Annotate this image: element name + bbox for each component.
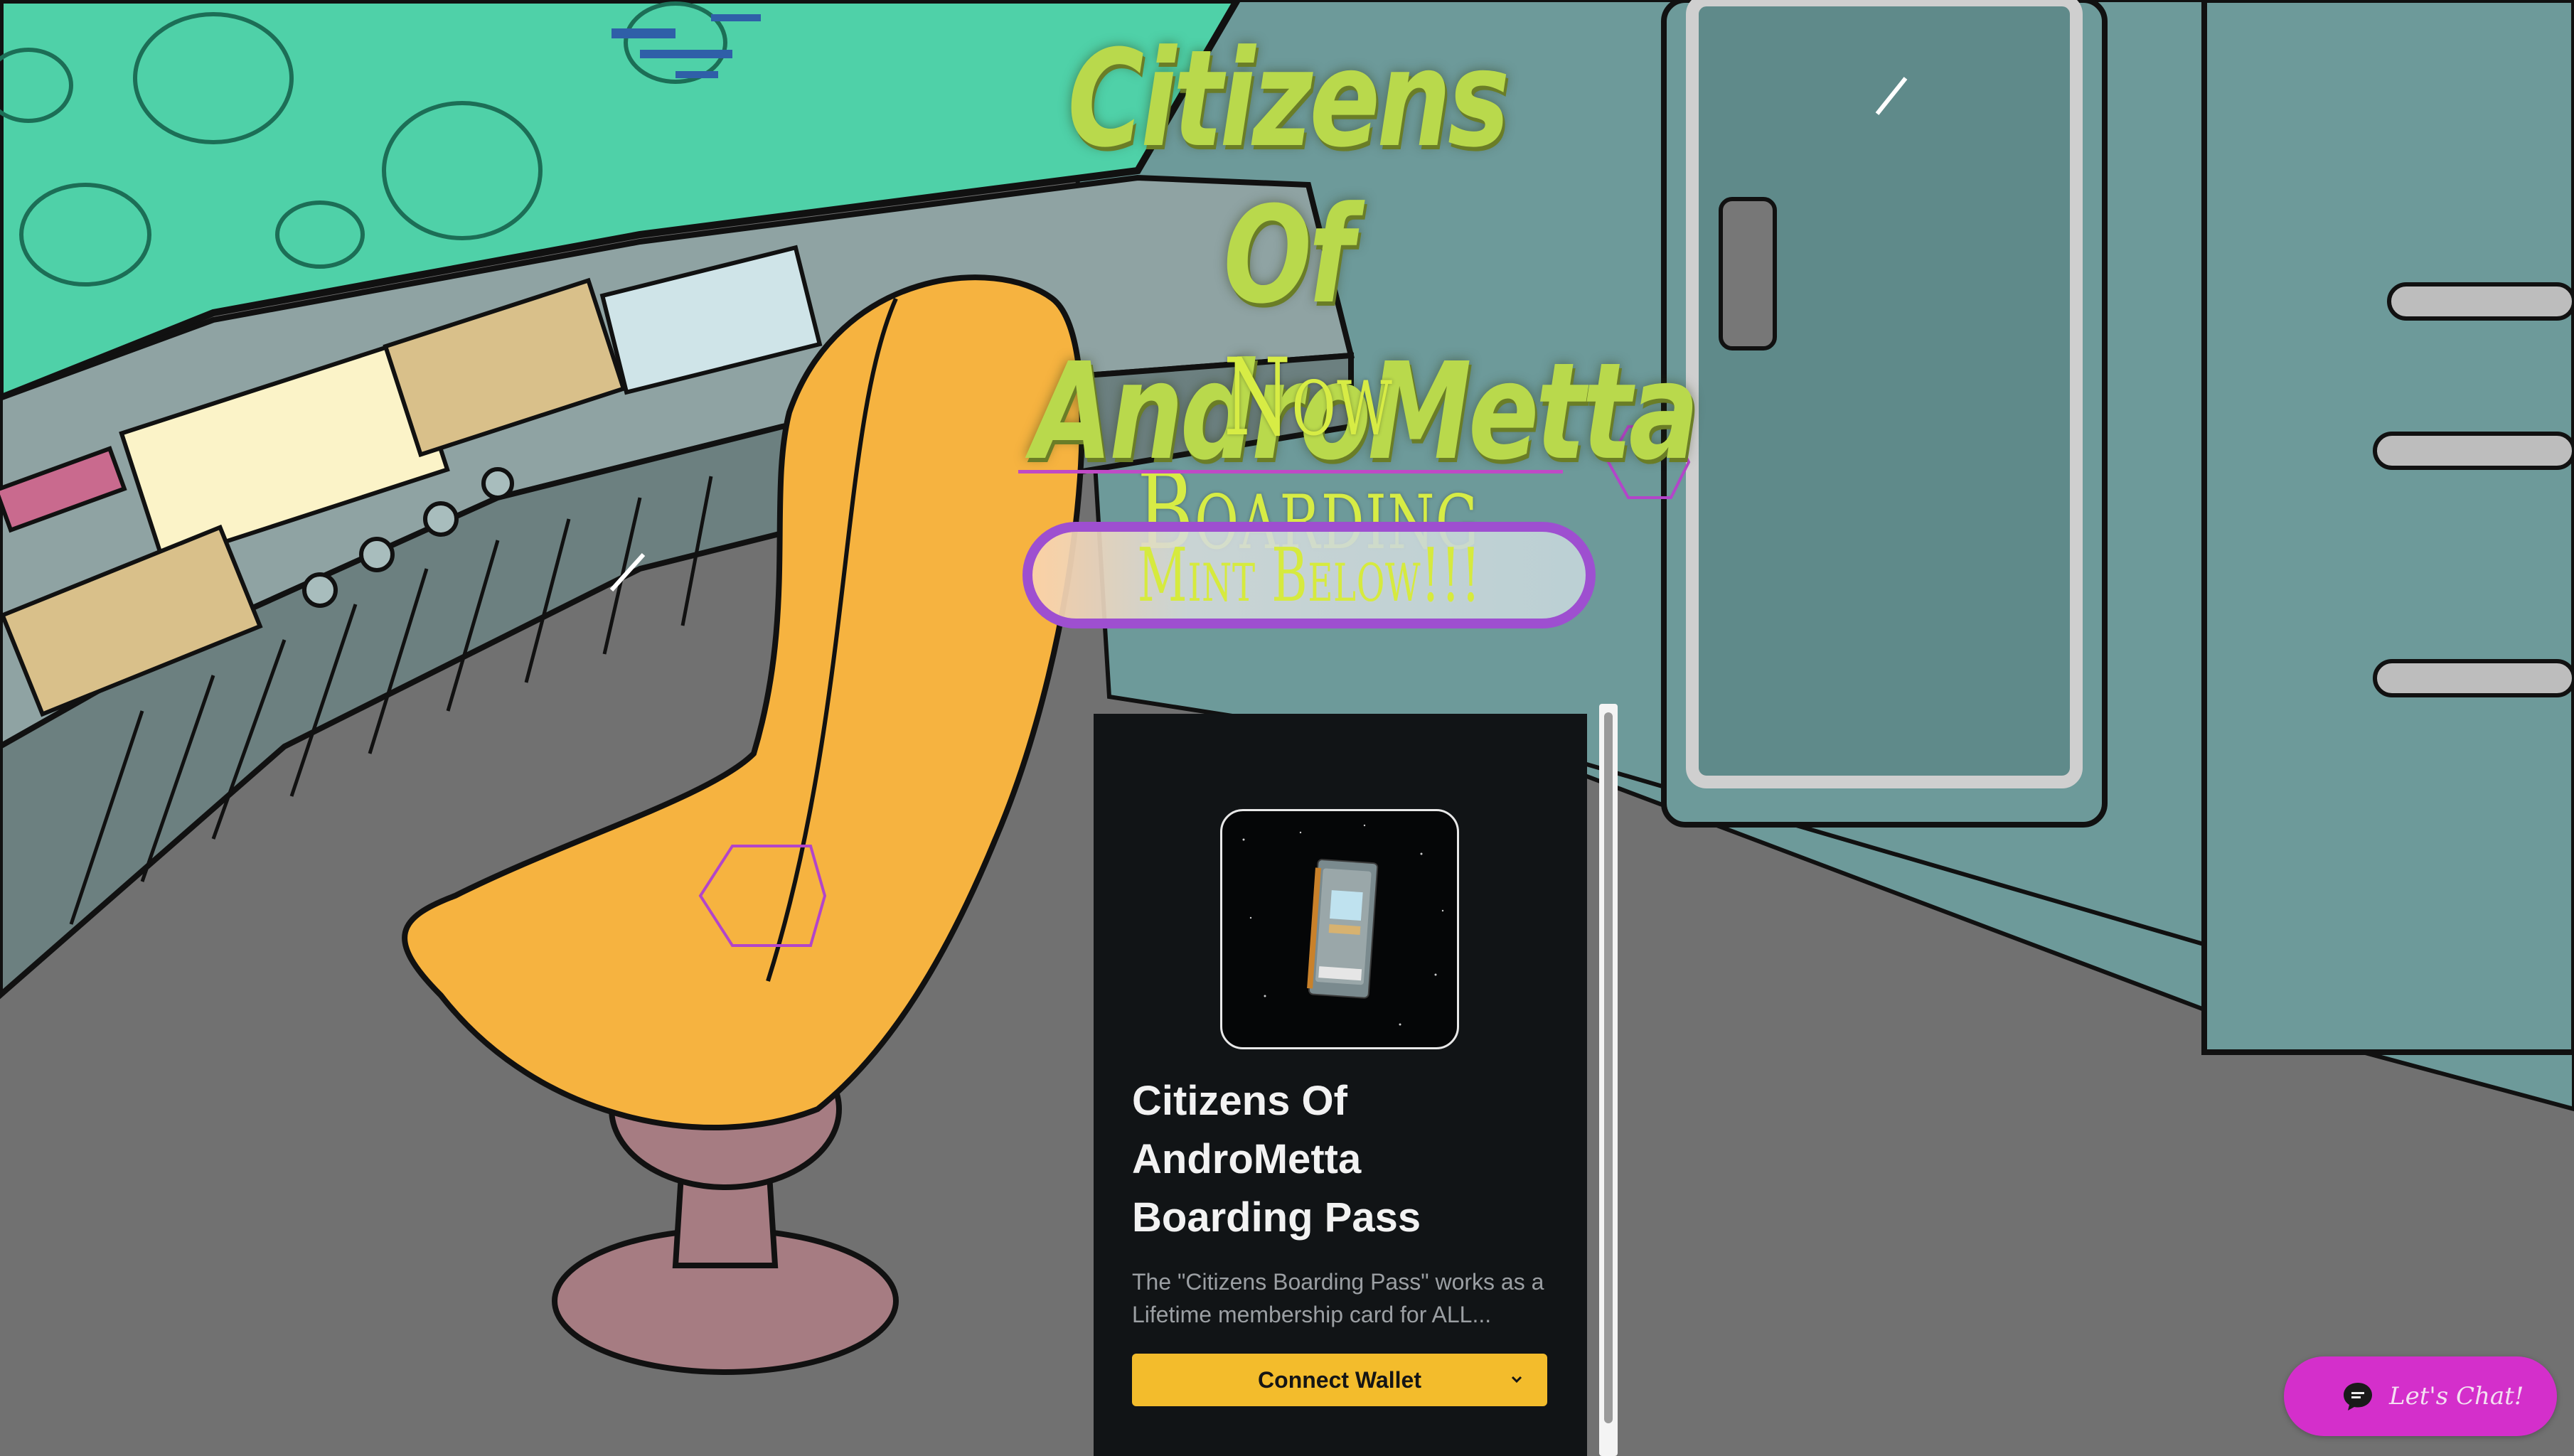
- mint-below-label: Mint Below!!!: [1137, 532, 1481, 619]
- chat-bubble-icon: [2341, 1380, 2375, 1413]
- hero-title-line-1: Citizens Of: [1067, 21, 1510, 333]
- lets-chat-label: Let's Chat!: [2389, 1382, 2524, 1410]
- card-description-line-2: Lifetime membership card for ALL...: [1132, 1302, 1492, 1327]
- card-description: The "Citizens Boarding Pass" works as a …: [1132, 1265, 1566, 1331]
- chevron-down-icon[interactable]: [1510, 1368, 1523, 1389]
- divider-line: [1018, 470, 1563, 473]
- card-title-line-2: AndroMetta: [1132, 1136, 1362, 1182]
- connect-wallet-button[interactable]: Connect Wallet: [1132, 1354, 1547, 1406]
- card-scrollbar[interactable]: [1599, 704, 1618, 1456]
- boarding-pass-artwork: [1242, 824, 1444, 1026]
- mint-below-button[interactable]: Mint Below!!!: [1022, 522, 1596, 628]
- card-scrollbar-thumb[interactable]: [1604, 712, 1613, 1423]
- card-description-line-1: The "Citizens Boarding Pass" works as a: [1132, 1269, 1544, 1295]
- boarding-pass-image: [1220, 809, 1459, 1049]
- lets-chat-button[interactable]: Let's Chat!: [2284, 1356, 2557, 1436]
- connect-wallet-label: Connect Wallet: [1258, 1366, 1421, 1393]
- card-title-line-3: Boarding Pass: [1132, 1194, 1421, 1241]
- card-title-line-1: Citizens Of: [1132, 1078, 1347, 1124]
- card-title: Citizens Of AndroMetta Boarding Pass: [1132, 1072, 1559, 1247]
